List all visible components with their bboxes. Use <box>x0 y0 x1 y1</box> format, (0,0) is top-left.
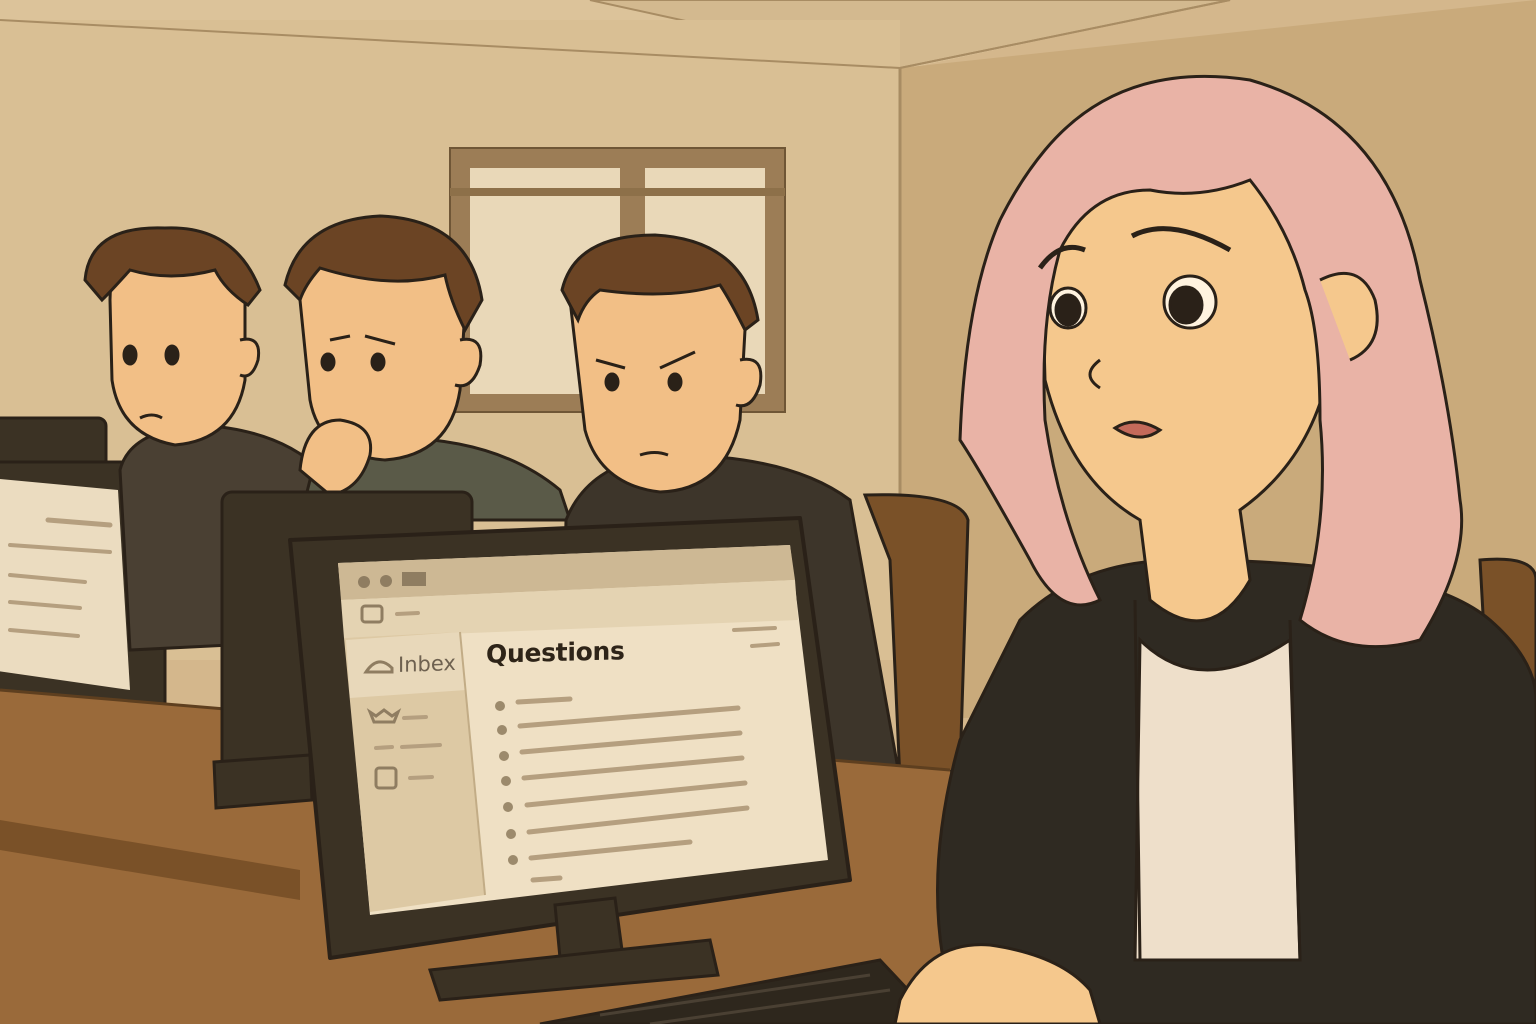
window-tab <box>402 572 426 586</box>
sidebar-inbox-label: Inbex <box>398 650 456 678</box>
list-bullet <box>499 751 509 761</box>
list-bullet <box>497 725 507 735</box>
office-scene <box>0 0 1536 1024</box>
main-title-questions: Questions <box>486 636 625 669</box>
main-monitor <box>288 516 852 960</box>
list-bullet <box>503 802 513 812</box>
subtitle-line <box>515 696 573 705</box>
window-dot <box>380 575 392 587</box>
window-dot <box>358 576 370 588</box>
list-bullet <box>506 829 516 839</box>
list-item <box>530 875 563 883</box>
list-bullet <box>501 776 511 786</box>
list-bullet <box>508 855 518 865</box>
list-bullet <box>495 701 505 711</box>
